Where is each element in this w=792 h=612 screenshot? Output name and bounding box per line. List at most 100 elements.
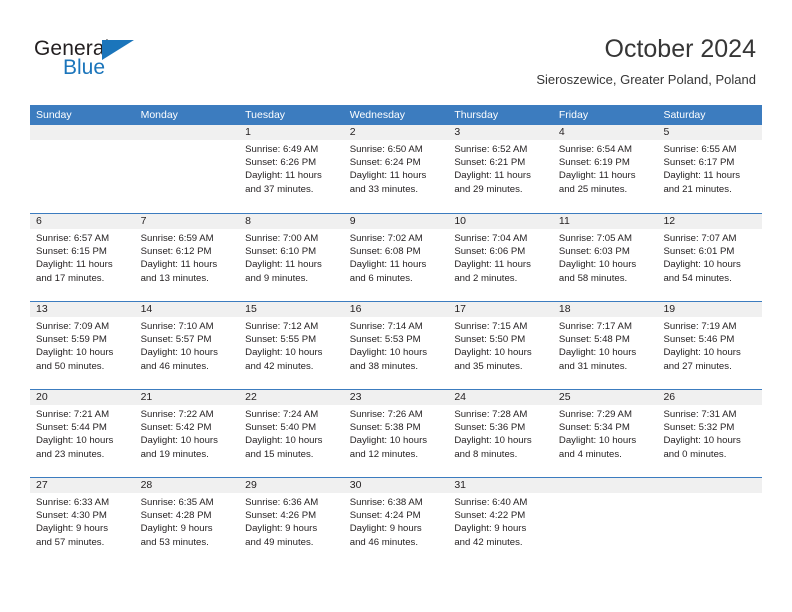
day-details: Sunrise: 7:14 AM Sunset: 5:53 PM Daylight:… [344,317,449,373]
day-cell-2[interactable]: 2 Sunrise: 6:50 AM Sunset: 6:24 PM Daylight… [343,125,449,213]
daylight-text: Daylight: 10 hours [140,347,218,359]
sunset-text: Sunset: 5:53 PM [349,334,421,346]
day-details [553,493,658,496]
daylight-text: and 21 minutes. [663,183,732,195]
day-cell-25[interactable]: 25 Sunrise: 7:29 AM Sunset: 5:34 PM Dayligh… [552,390,658,477]
daylight-text: and 57 minutes. [36,536,105,548]
day-cell-30[interactable]: 30 Sunrise: 6:38 AM Sunset: 4:24 PM Dayligh… [343,478,449,565]
day-details: Sunrise: 6:55 AM Sunset: 6:17 PM Daylight:… [657,140,762,196]
daylight-text: Daylight: 10 hours [454,347,532,359]
day-details: Sunrise: 6:59 AM Sunset: 6:12 PM Daylight:… [135,229,240,285]
sunrise-text: Sunrise: 6:38 AM [349,497,423,508]
day-cell-1[interactable]: 1 Sunrise: 6:49 AM Sunset: 6:26 PM Daylight… [239,125,344,213]
sunrise-text: Sunrise: 7:21 AM [36,409,110,420]
daylight-text: Daylight: 11 hours [245,170,322,182]
day-number: 21 [134,390,240,405]
day-cell-21[interactable]: 21 Sunrise: 7:22 AM Sunset: 5:42 PM Dayligh… [134,390,240,477]
daylight-text: and 49 minutes. [245,536,314,548]
sunset-text: Sunset: 4:30 PM [36,510,107,522]
day-cell-empty [30,125,135,213]
sunrise-text: Sunrise: 6:35 AM [140,497,214,508]
day-cell-10[interactable]: 10 Sunrise: 7:04 AM Sunset: 6:06 PM Dayligh… [448,214,553,301]
day-cell-9[interactable]: 9 Sunrise: 7:02 AM Sunset: 6:08 PM Daylight… [343,214,449,301]
day-number: 28 [134,478,240,493]
day-cell-17[interactable]: 17 Sunrise: 7:15 AM Sunset: 5:50 PM Dayligh… [448,302,553,389]
day-number: 22 [239,390,344,405]
day-number: 23 [343,390,449,405]
sunrise-text: Sunrise: 7:17 AM [558,321,632,332]
day-cell-empty [657,478,763,565]
day-details: Sunrise: 7:26 AM Sunset: 5:38 PM Daylight:… [344,405,449,461]
day-details: Sunrise: 7:28 AM Sunset: 5:36 PM Daylight:… [448,405,553,461]
day-details: Sunrise: 7:02 AM Sunset: 6:08 PM Daylight:… [344,229,449,285]
day-cell-4[interactable]: 4 Sunrise: 6:54 AM Sunset: 6:19 PM Daylight… [552,125,658,213]
day-cell-16[interactable]: 16 Sunrise: 7:14 AM Sunset: 5:53 PM Dayligh… [343,302,449,389]
day-details: Sunrise: 7:05 AM Sunset: 6:03 PM Daylight:… [553,229,658,285]
day-cell-19[interactable]: 19 Sunrise: 7:19 AM Sunset: 5:46 PM Dayligh… [657,302,763,389]
day-cell-6[interactable]: 6 Sunrise: 6:57 AM Sunset: 6:15 PM Daylight… [30,214,135,301]
sunrise-text: Sunrise: 6:57 AM [36,233,110,244]
daylight-text: Daylight: 10 hours [558,347,637,359]
day-number: 6 [30,214,135,229]
day-cell-29[interactable]: 29 Sunrise: 6:36 AM Sunset: 4:26 PM Dayligh… [239,478,344,565]
sunrise-text: Sunrise: 7:29 AM [558,409,632,420]
sunset-text: Sunset: 6:26 PM [245,157,317,169]
weekday-header-saturday: Saturday [663,109,706,121]
calendar-weeks: 1 Sunrise: 6:49 AM Sunset: 6:26 PM Daylight… [30,125,763,565]
day-number: 20 [30,390,135,405]
day-cell-22[interactable]: 22 Sunrise: 7:24 AM Sunset: 5:40 PM Dayligh… [239,390,344,477]
day-details: Sunrise: 6:57 AM Sunset: 6:15 PM Daylight:… [30,229,135,285]
daylight-text: Daylight: 11 hours [558,170,636,182]
day-details [135,140,240,143]
sunrise-text: Sunrise: 6:54 AM [558,144,632,155]
daylight-text: and 54 minutes. [663,272,732,284]
day-number [30,125,135,140]
sunrise-text: Sunrise: 6:55 AM [663,144,737,155]
daylight-text: and 35 minutes. [454,360,523,372]
daylight-text: Daylight: 11 hours [349,259,427,271]
day-number: 4 [552,125,658,140]
day-number [657,478,763,493]
day-cell-3[interactable]: 3 Sunrise: 6:52 AM Sunset: 6:21 PM Daylight… [448,125,553,213]
day-cell-18[interactable]: 18 Sunrise: 7:17 AM Sunset: 5:48 PM Dayligh… [552,302,658,389]
day-cell-8[interactable]: 8 Sunrise: 7:00 AM Sunset: 6:10 PM Daylight… [239,214,344,301]
day-cell-28[interactable]: 28 Sunrise: 6:35 AM Sunset: 4:28 PM Dayligh… [134,478,240,565]
day-cell-15[interactable]: 15 Sunrise: 7:12 AM Sunset: 5:55 PM Dayligh… [239,302,344,389]
daylight-text: Daylight: 9 hours [36,523,108,535]
sunrise-text: Sunrise: 6:52 AM [454,144,528,155]
day-cell-5[interactable]: 5 Sunrise: 6:55 AM Sunset: 6:17 PM Daylight… [657,125,763,213]
day-cell-24[interactable]: 24 Sunrise: 7:28 AM Sunset: 5:36 PM Dayligh… [448,390,553,477]
day-cell-14[interactable]: 14 Sunrise: 7:10 AM Sunset: 5:57 PM Dayligh… [134,302,240,389]
day-details: Sunrise: 6:36 AM Sunset: 4:26 PM Daylight:… [239,493,344,549]
day-cell-7[interactable]: 7 Sunrise: 6:59 AM Sunset: 6:12 PM Daylight… [134,214,240,301]
daylight-text: Daylight: 10 hours [454,435,532,447]
sunset-text: Sunset: 5:40 PM [245,422,317,434]
day-cell-11[interactable]: 11 Sunrise: 7:05 AM Sunset: 6:03 PM Dayligh… [552,214,658,301]
daylight-text: and 42 minutes. [245,360,314,372]
day-cell-20[interactable]: 20 Sunrise: 7:21 AM Sunset: 5:44 PM Dayligh… [30,390,135,477]
day-cell-12[interactable]: 12 Sunrise: 7:07 AM Sunset: 6:01 PM Dayligh… [657,214,763,301]
sunset-text: Sunset: 6:06 PM [454,246,526,258]
daylight-text: Daylight: 9 hours [245,523,318,535]
daylight-text: and 25 minutes. [558,183,628,195]
daylight-text: and 9 minutes. [245,272,309,284]
day-cell-27[interactable]: 27 Sunrise: 6:33 AM Sunset: 4:30 PM Dayligh… [30,478,135,565]
daylight-text: and 12 minutes. [349,448,419,460]
day-cell-26[interactable]: 26 Sunrise: 7:31 AM Sunset: 5:32 PM Dayligh… [657,390,763,477]
day-number: 13 [30,302,135,317]
daylight-text: and 50 minutes. [36,360,105,372]
calendar-week-row: 6 Sunrise: 6:57 AM Sunset: 6:15 PM Daylight… [30,213,763,301]
day-number [134,125,240,140]
day-details: Sunrise: 7:15 AM Sunset: 5:50 PM Daylight:… [448,317,553,373]
sunrise-text: Sunrise: 7:07 AM [663,233,737,244]
day-cell-31[interactable]: 31 Sunrise: 6:40 AM Sunset: 4:22 PM Dayligh… [448,478,553,565]
day-number: 17 [448,302,553,317]
sunrise-text: Sunrise: 7:12 AM [245,321,319,332]
day-details [657,493,762,496]
day-cell-13[interactable]: 13 Sunrise: 7:09 AM Sunset: 5:59 PM Dayligh… [30,302,135,389]
day-details [30,140,135,143]
sunset-text: Sunset: 4:24 PM [349,510,421,522]
day-number: 25 [552,390,658,405]
day-cell-23[interactable]: 23 Sunrise: 7:26 AM Sunset: 5:38 PM Dayligh… [343,390,449,477]
daylight-text: Daylight: 10 hours [349,435,428,447]
